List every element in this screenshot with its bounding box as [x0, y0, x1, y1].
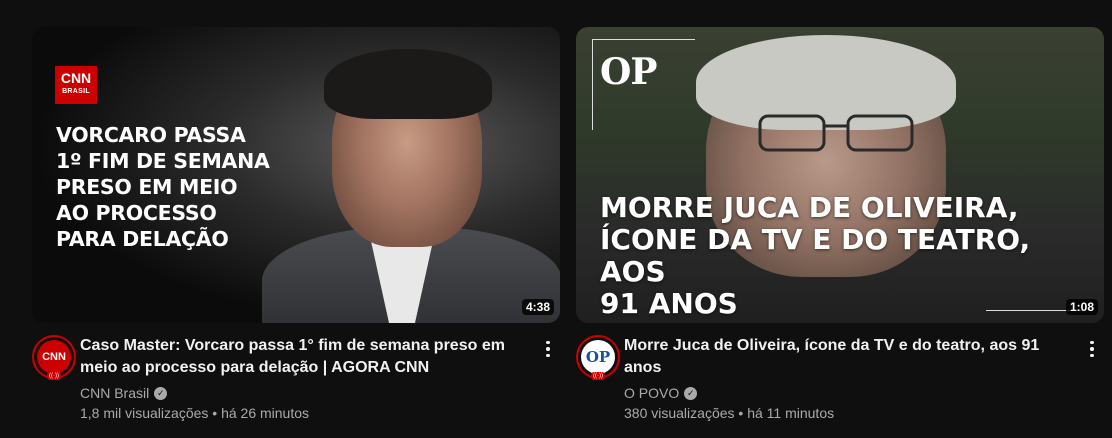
view-count: 1,8 mil visualizações: [80, 405, 209, 421]
video-card: CNN BRASIL VORCARO PASSA 1º FIM DE SEMAN…: [32, 27, 560, 423]
view-count: 380 visualizações: [624, 405, 735, 421]
channel-name[interactable]: CNN Brasil: [80, 383, 149, 403]
thumbnail-headline: MORRE JUCA DE OLIVEIRA, ÍCONE DA TV E DO…: [600, 191, 1031, 320]
video-title[interactable]: Caso Master: Vorcaro passa 1° fim de sem…: [80, 335, 520, 379]
logo-subtext: BRASIL: [62, 88, 90, 95]
o-povo-logo: OP: [600, 51, 657, 93]
verified-badge-icon: ✓: [154, 386, 168, 400]
video-thumbnail[interactable]: CNN BRASIL VORCARO PASSA 1º FIM DE SEMAN…: [32, 27, 560, 323]
channel-name-row[interactable]: O POVO ✓: [624, 383, 1064, 403]
channel-avatar[interactable]: CNN ((·)): [32, 335, 76, 380]
avatar-logo: CNN: [37, 340, 71, 374]
video-duration: 1:08: [1065, 299, 1098, 315]
cnn-brasil-logo: CNN BRASIL: [55, 66, 97, 104]
channel-name[interactable]: O POVO: [624, 383, 679, 403]
video-duration: 4:38: [521, 299, 554, 315]
glasses-shape: [758, 114, 914, 152]
more-vert-icon[interactable]: [536, 335, 560, 363]
video-meta: OP ((·)) Morre Juca de Oliveira, ícone d…: [576, 335, 1104, 423]
video-stats: 1,8 mil visualizações • há 26 minutos: [80, 403, 520, 423]
video-card: OP MORRE JUCA DE OLIVEIRA, ÍCONE DA TV E…: [576, 27, 1104, 423]
live-indicator-icon: ((·)): [591, 372, 605, 380]
live-indicator-icon: ((·)): [47, 372, 61, 380]
more-vert-icon[interactable]: [1080, 335, 1104, 363]
video-details: Caso Master: Vorcaro passa 1° fim de sem…: [80, 335, 520, 423]
video-stats: 380 visualizações • há 11 minutos: [624, 403, 1064, 423]
upload-age: há 11 minutos: [747, 405, 835, 421]
video-meta: CNN ((·)) Caso Master: Vorcaro passa 1° …: [32, 335, 560, 423]
logo-text: CNN: [60, 70, 92, 86]
channel-avatar[interactable]: OP ((·)): [576, 335, 620, 380]
avatar-logo: OP: [581, 340, 615, 374]
thumbnail-headline: VORCARO PASSA 1º FIM DE SEMANA PRESO EM …: [56, 123, 270, 251]
channel-name-row[interactable]: CNN Brasil ✓: [80, 383, 520, 403]
stats-separator: •: [208, 405, 222, 421]
verified-badge-icon: ✓: [684, 386, 698, 400]
thumbnail-figure-hair: [324, 49, 492, 119]
video-details: Morre Juca de Oliveira, ícone da TV e do…: [624, 335, 1064, 423]
upload-age: há 26 minutos: [221, 405, 310, 421]
video-thumbnail[interactable]: OP MORRE JUCA DE OLIVEIRA, ÍCONE DA TV E…: [576, 27, 1104, 323]
video-feed: CNN BRASIL VORCARO PASSA 1º FIM DE SEMAN…: [0, 0, 1112, 438]
video-title[interactable]: Morre Juca de Oliveira, ícone da TV e do…: [624, 335, 1064, 379]
stats-separator: •: [734, 405, 748, 421]
